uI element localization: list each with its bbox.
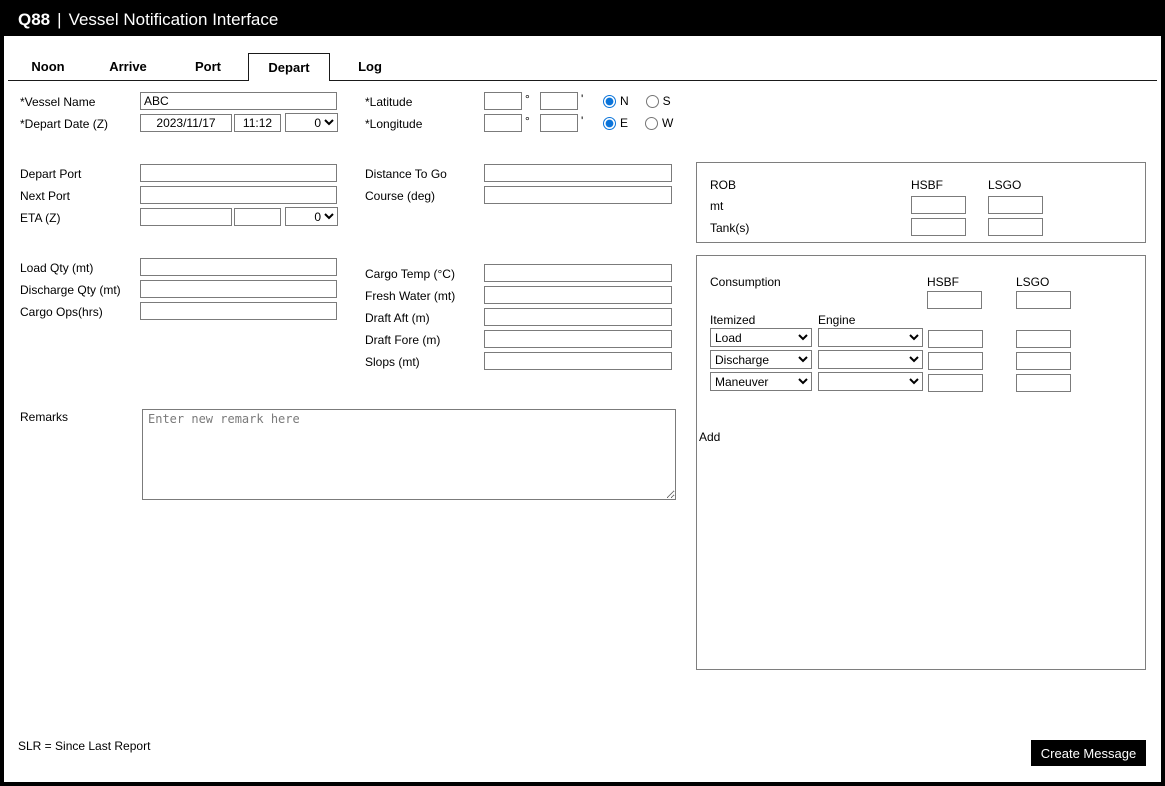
longitude-hemisphere-group: E W xyxy=(603,115,673,131)
slops-input[interactable] xyxy=(484,352,672,370)
consumption-total-hsbf-input[interactable] xyxy=(927,291,982,309)
rob-tanks-hsbf-input[interactable] xyxy=(911,218,966,236)
consumption-total-lsgo-input[interactable] xyxy=(1016,291,1071,309)
fresh-water-label: Fresh Water (mt) xyxy=(365,289,456,303)
draft-aft-input[interactable] xyxy=(484,308,672,326)
page-title: Vessel Notification Interface xyxy=(68,10,279,29)
engine-select-2[interactable] xyxy=(818,350,923,369)
header-separator: | xyxy=(57,10,62,29)
vessel-name-label: *Vessel Name xyxy=(20,95,96,109)
distance-to-go-input[interactable] xyxy=(484,164,672,182)
latitude-hemisphere-group: N S xyxy=(603,93,671,109)
longitude-label: *Longitude xyxy=(365,117,423,131)
rob-mt-label: mt xyxy=(710,199,724,213)
longitude-west-label: W xyxy=(662,116,674,130)
next-port-input[interactable] xyxy=(140,186,337,204)
slr-note: SLR = Since Last Report xyxy=(18,739,151,753)
rob-hsbf-header: HSBF xyxy=(911,178,944,192)
longitude-west-radio[interactable] xyxy=(645,116,659,130)
rob-title: ROB xyxy=(710,178,737,192)
eta-offset-select[interactable]: 0 xyxy=(285,207,338,226)
add-consumption-row-link[interactable]: Add xyxy=(699,430,720,444)
slops-label: Slops (mt) xyxy=(365,355,420,369)
latitude-degree-symbol: ° xyxy=(525,92,530,106)
tab-port[interactable]: Port xyxy=(168,53,248,80)
vessel-name-input[interactable] xyxy=(140,92,337,110)
latitude-north-label: N xyxy=(620,94,629,108)
draft-fore-input[interactable] xyxy=(484,330,672,348)
app-brand: Q88 xyxy=(18,10,51,29)
eta-label: ETA (Z) xyxy=(20,211,61,225)
consumption-hsbf-header: HSBF xyxy=(927,275,960,289)
latitude-minutes-input[interactable] xyxy=(540,92,578,110)
longitude-minute-symbol: ' xyxy=(581,114,584,128)
consumption-lsgo-header: LSGO xyxy=(1016,275,1050,289)
longitude-east-label: E xyxy=(620,116,629,130)
itemized-select-3[interactable]: Maneuver xyxy=(710,372,812,391)
remarks-label: Remarks xyxy=(20,410,69,424)
depart-port-label: Depart Port xyxy=(20,167,82,181)
consumption-panel xyxy=(696,255,1146,670)
consumption-hsbf-input-3[interactable] xyxy=(928,374,983,392)
next-port-label: Next Port xyxy=(20,189,71,203)
consumption-title: Consumption xyxy=(710,275,781,289)
latitude-south-radio[interactable] xyxy=(645,94,659,108)
latitude-degrees-input[interactable] xyxy=(484,92,522,110)
course-label: Course (deg) xyxy=(365,189,436,203)
longitude-degree-symbol: ° xyxy=(525,114,530,128)
consumption-lsgo-input-3[interactable] xyxy=(1016,374,1071,392)
rob-mt-hsbf-input[interactable] xyxy=(911,196,966,214)
tab-depart[interactable]: Depart xyxy=(248,53,330,81)
cargo-ops-input[interactable] xyxy=(140,302,337,320)
itemized-header: Itemized xyxy=(710,313,756,327)
longitude-minutes-input[interactable] xyxy=(540,114,578,132)
rob-tanks-label: Tank(s) xyxy=(710,221,750,235)
longitude-degrees-input[interactable] xyxy=(484,114,522,132)
latitude-label: *Latitude xyxy=(365,95,413,109)
tab-arrive[interactable]: Arrive xyxy=(88,53,168,80)
itemized-select-1[interactable]: Load xyxy=(710,328,812,347)
cargo-ops-label: Cargo Ops(hrs) xyxy=(20,305,103,319)
load-qty-label: Load Qty (mt) xyxy=(20,261,94,275)
tab-noon[interactable]: Noon xyxy=(8,53,88,80)
course-input[interactable] xyxy=(484,186,672,204)
distance-to-go-label: Distance To Go xyxy=(365,167,447,181)
itemized-select-2[interactable]: Discharge xyxy=(710,350,812,369)
rob-tanks-lsgo-input[interactable] xyxy=(988,218,1043,236)
consumption-lsgo-input-1[interactable] xyxy=(1016,330,1071,348)
latitude-south-label: S xyxy=(662,94,671,108)
depart-port-input[interactable] xyxy=(140,164,337,182)
engine-header: Engine xyxy=(818,313,856,327)
discharge-qty-label: Discharge Qty (mt) xyxy=(20,283,121,297)
eta-date-input[interactable] xyxy=(140,208,232,226)
create-message-button[interactable]: Create Message xyxy=(1031,740,1146,766)
rob-mt-lsgo-input[interactable] xyxy=(988,196,1043,214)
app-window: Q88 | Vessel Notification Interface Noon… xyxy=(0,0,1165,786)
depart-date-input[interactable] xyxy=(140,114,232,132)
consumption-hsbf-input-2[interactable] xyxy=(928,352,983,370)
cargo-temp-input[interactable] xyxy=(484,264,672,282)
latitude-north-radio[interactable] xyxy=(603,94,616,108)
draft-fore-label: Draft Fore (m) xyxy=(365,333,441,347)
fresh-water-input[interactable] xyxy=(484,286,672,304)
latitude-minute-symbol: ' xyxy=(581,92,584,106)
longitude-east-radio[interactable] xyxy=(603,116,616,130)
engine-select-3[interactable] xyxy=(818,372,923,391)
app-header: Q88 | Vessel Notification Interface xyxy=(4,4,1161,36)
cargo-temp-label: Cargo Temp (°C) xyxy=(365,267,455,281)
eta-time-input[interactable] xyxy=(234,208,281,226)
load-qty-input[interactable] xyxy=(140,258,337,276)
draft-aft-label: Draft Aft (m) xyxy=(365,311,430,325)
rob-lsgo-header: LSGO xyxy=(988,178,1022,192)
remarks-textarea[interactable] xyxy=(142,409,676,500)
engine-select-1[interactable] xyxy=(818,328,923,347)
depart-offset-select[interactable]: 0 xyxy=(285,113,338,132)
tab-log[interactable]: Log xyxy=(330,53,410,80)
consumption-hsbf-input-1[interactable] xyxy=(928,330,983,348)
tab-bar: Noon Arrive Port Depart Log xyxy=(8,53,1157,81)
discharge-qty-input[interactable] xyxy=(140,280,337,298)
depart-time-input[interactable] xyxy=(234,114,281,132)
depart-date-label: *Depart Date (Z) xyxy=(20,117,109,131)
consumption-lsgo-input-2[interactable] xyxy=(1016,352,1071,370)
